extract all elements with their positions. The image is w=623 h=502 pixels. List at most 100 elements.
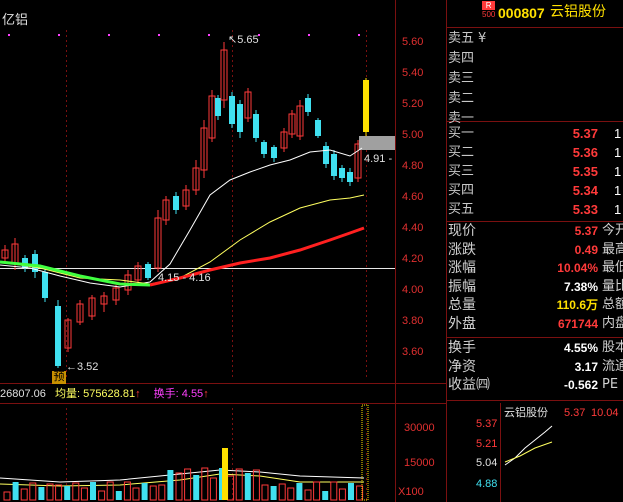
marker-dot <box>58 34 60 36</box>
info-value: 671744 <box>557 316 598 331</box>
buy-level-label: 买五 <box>448 202 475 217</box>
sell-level-label: 卖二 <box>448 91 475 106</box>
volume-bar <box>158 484 166 501</box>
volume-axis-label: 15000 <box>404 457 435 469</box>
candle-body <box>271 147 277 158</box>
price-axis-label: 5.20 <box>402 98 424 110</box>
volume-left-value: 26807.06 <box>0 388 46 400</box>
volume-bar <box>175 472 183 501</box>
volume-bar <box>338 488 346 501</box>
info-value: 3.17 <box>574 359 598 374</box>
current-price-box <box>359 136 395 150</box>
buy-level-label: 买一 <box>448 126 475 141</box>
volume-bar <box>38 487 45 500</box>
info-value: 5.37 <box>574 224 598 238</box>
high-annotation: ↖5.65 <box>228 34 259 46</box>
mini-axis-label: 5.37 <box>476 418 498 430</box>
marker-dot <box>8 34 10 36</box>
volume-bar <box>64 486 71 500</box>
sell-level-label: 卖三 <box>448 71 475 86</box>
volume-unit: X100 <box>398 486 424 498</box>
quote-panel: R 500 000807 云铝股份 卖五 卖四 卖三 卖二 卖一 ¥ 买一 5.37 1 买二… <box>446 0 623 502</box>
price-axis-label: 4.20 <box>402 253 424 265</box>
info-value: 7.38% <box>563 279 598 294</box>
info-value: -0.562 <box>563 378 598 392</box>
buy-level-label: 买四 <box>448 183 475 198</box>
candle-body <box>215 98 221 116</box>
volume-bar <box>193 475 200 500</box>
mini-axis-label: 5.21 <box>476 438 498 450</box>
junliang-value: 575628.81 <box>83 388 136 400</box>
volume-bar <box>235 468 243 501</box>
huanshou-value: 4.55 <box>181 388 204 400</box>
candle-body <box>323 146 329 164</box>
mini-pct: 10.04 <box>591 407 619 419</box>
sell-level-label: 卖五 <box>448 31 475 46</box>
price-axis-label: 4.60 <box>402 191 424 203</box>
volume-bar <box>141 483 148 500</box>
price-axis-label: 5.00 <box>402 129 424 141</box>
current-price-annotation: 4.91 - <box>364 153 393 165</box>
stock-code: 000807 <box>498 5 545 21</box>
volume-bar <box>252 469 260 501</box>
stock-badge: R 500 <box>482 1 496 19</box>
candle-body <box>347 172 353 182</box>
price-axis-label: 4.00 <box>402 284 424 296</box>
marker-dot <box>308 34 310 36</box>
marker-dot <box>358 34 360 36</box>
chart-title: 亿铝 <box>2 13 29 28</box>
info-label: 振幅 <box>448 278 476 295</box>
info-label: 换手 <box>448 340 476 356</box>
volume-bar <box>3 491 11 501</box>
candle-body <box>261 142 267 154</box>
mini-price: 5.37 <box>564 407 586 419</box>
price-axis-label: 5.60 <box>402 36 424 48</box>
buy-level-price: 5.36 <box>572 145 598 160</box>
pre-marker: 预 <box>52 370 66 384</box>
stock-name: 云铝股份 <box>550 4 606 20</box>
info-right-label: 总额 <box>602 297 623 312</box>
volume-bar <box>167 470 174 500</box>
volume-bar <box>209 477 217 501</box>
info-value: 0.49 <box>574 242 598 257</box>
buy-level-volume: 1 <box>614 145 622 160</box>
info-right-label: PE <box>602 377 619 392</box>
candle-body <box>339 168 345 178</box>
candle-body <box>42 272 48 298</box>
marker-dot <box>158 34 160 36</box>
volume-bar <box>270 486 277 500</box>
candle-body <box>237 104 243 132</box>
volume-bar <box>322 491 329 500</box>
info-right-label: 今开 <box>602 223 623 238</box>
candle-body <box>331 154 337 176</box>
info-label: 净资 <box>448 358 476 375</box>
info-label: 总量 <box>448 297 476 313</box>
volume-bar <box>304 489 312 501</box>
buy-level-volume: 1 <box>614 202 622 217</box>
price-axis-label: 3.60 <box>402 346 424 358</box>
volume-bar <box>287 487 295 501</box>
candle-body <box>315 120 321 136</box>
volume-axis-label: 30000 <box>404 422 435 434</box>
stock-terminal: 亿铝 5.60 5.40 5.20 5.00 4.80 4.60 4.40 4.20 4.00 3… <box>0 0 623 502</box>
info-value: 4.55% <box>563 341 598 355</box>
buy-level-price: 5.33 <box>572 202 598 217</box>
volume-bar <box>80 487 88 501</box>
marker-dot <box>108 34 110 36</box>
candle-body <box>363 80 369 132</box>
info-right-label: 股本 <box>602 340 623 355</box>
volume-bar <box>348 483 354 500</box>
candle-body <box>55 306 61 366</box>
sell-level-label: 卖一 <box>448 111 475 126</box>
volume-bar <box>115 491 122 500</box>
buy-level-price: 5.37 <box>572 126 598 141</box>
info-label: 涨跌 <box>448 241 476 258</box>
info-right-label: 最高 <box>602 241 623 257</box>
volume-bar <box>46 483 54 501</box>
candle-body <box>173 196 179 210</box>
buy-level-label: 买三 <box>448 164 475 179</box>
info-right-label: 量比 <box>602 278 623 294</box>
price-axis-label: 4.80 <box>402 160 424 172</box>
buy-level-label: 买二 <box>448 145 475 160</box>
buy-level-price: 5.35 <box>572 164 598 179</box>
